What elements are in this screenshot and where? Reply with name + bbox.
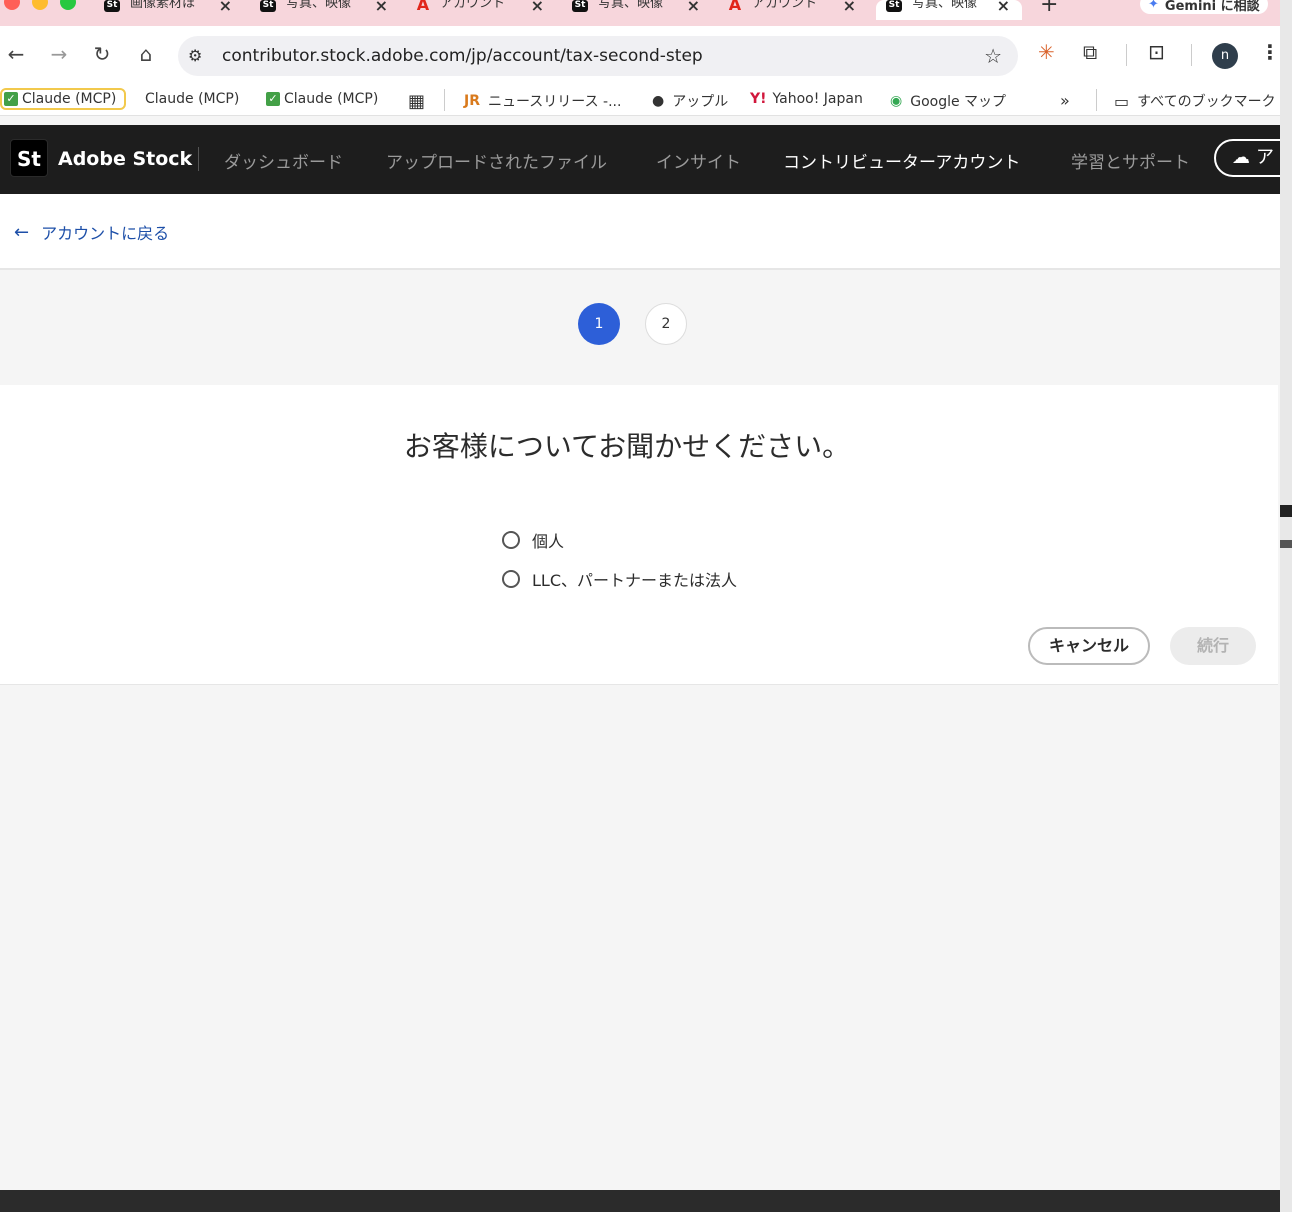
bookmarks-bar: ✓ Claude (MCP) Claude (MCP) ✓ Claude (MC…	[0, 84, 1280, 116]
close-tab-icon[interactable]: ×	[375, 0, 388, 15]
continue-button[interactable]: 続行	[1170, 627, 1256, 665]
adobe-stock-favicon-icon: St	[104, 0, 120, 12]
adobe-stock-favicon-icon: St	[886, 0, 902, 12]
more-bookmarks-icon[interactable]: »	[1060, 91, 1070, 110]
google-maps-pin-icon: ◉	[890, 93, 903, 109]
footer-bar	[0, 1190, 1280, 1212]
cloud-upload-icon: ☁	[1232, 147, 1250, 168]
step-indicator-2: 2	[645, 303, 687, 345]
nav-dashboard[interactable]: ダッシュボード	[224, 148, 343, 173]
close-tab-icon[interactable]: ×	[531, 0, 544, 15]
adobe-favicon-icon: A	[728, 0, 742, 14]
browser-window: St 画像素材ほ × St 写真、映像 × A アカウント × St 写真、映像…	[0, 0, 1280, 1212]
nav-contributor-account[interactable]: コントリビューターアカウント	[783, 148, 1020, 173]
adobe-favicon-icon: A	[416, 0, 430, 14]
upload-button[interactable]: ☁ ア	[1214, 139, 1280, 177]
minimize-window-button[interactable]	[32, 0, 48, 10]
bookmark-item[interactable]: ◉ Google マップ	[890, 91, 1006, 111]
radio-button[interactable]	[502, 570, 520, 588]
all-bookmarks-button[interactable]: ▭ すべてのブックマーク	[1114, 91, 1276, 111]
extensions-puzzle-icon[interactable]: ⧉	[1083, 40, 1097, 64]
nav-uploaded-files[interactable]: アップロードされたファイル	[386, 148, 607, 173]
yahoo-logo-icon: Y!	[750, 91, 767, 107]
tab-strip: St 画像素材ほ × St 写真、映像 × A アカウント × St 写真、映像…	[0, 0, 1280, 26]
profile-avatar[interactable]: n	[1212, 43, 1238, 69]
apple-logo-icon: ●	[652, 93, 665, 109]
back-to-account-link[interactable]: ← アカウントに戻る	[14, 220, 169, 244]
checkmark-icon: ✓	[4, 92, 18, 106]
claude-extension-icon[interactable]: ✳	[1038, 40, 1055, 64]
bookmark-item[interactable]: ✓ Claude (MCP)	[0, 88, 127, 110]
new-tab-button[interactable]: +	[1040, 0, 1058, 17]
cancel-button[interactable]: キャンセル	[1028, 627, 1150, 665]
bookmark-item[interactable]: JR ニュースリリース -...	[464, 91, 621, 111]
tab[interactable]: St 画像素材ほ ×	[104, 0, 232, 20]
browser-toolbar: ← → ↻ ⌂ ⚙ contributor.stock.adobe.com/jp…	[0, 26, 1280, 84]
close-window-button[interactable]	[4, 0, 20, 10]
brand-name[interactable]: Adobe Stock	[58, 148, 192, 170]
adobe-stock-logo[interactable]: St	[10, 139, 48, 177]
toolbar-divider	[1126, 44, 1127, 66]
maximize-window-button[interactable]	[60, 0, 76, 10]
nav-insights[interactable]: インサイト	[656, 148, 741, 173]
nav-learn-support[interactable]: 学習とサポート	[1071, 148, 1190, 173]
folder-icon: ▭	[1114, 91, 1130, 111]
forward-icon[interactable]: →	[47, 42, 71, 66]
tab[interactable]: St 写真、映像 ×	[572, 0, 700, 20]
back-icon[interactable]: ←	[4, 42, 28, 66]
checkmark-icon: ✓	[266, 92, 280, 106]
bookmark-star-icon[interactable]: ☆	[984, 44, 1002, 68]
form-question: お客様についてお聞かせください。	[403, 430, 851, 463]
radio-button[interactable]	[502, 531, 520, 549]
gemini-sparkle-icon: ✦	[1148, 0, 1159, 12]
bookmark-divider	[444, 89, 445, 111]
gemini-button[interactable]: ✦ Gemini に相談	[1140, 0, 1268, 14]
tab-active[interactable]: St 写真、映像 ×	[876, 0, 1022, 20]
menu-kebab-icon[interactable]: ⋮	[1260, 40, 1280, 64]
background-strip	[1280, 0, 1292, 1212]
tab[interactable]: A アカウント ×	[728, 0, 856, 20]
arrow-left-icon: ←	[14, 221, 30, 243]
bookmark-item[interactable]: ● アップル	[652, 91, 728, 111]
toolbar-divider	[1191, 44, 1192, 66]
close-tab-icon[interactable]: ×	[843, 0, 856, 15]
header-divider	[198, 147, 199, 171]
url-text[interactable]: contributor.stock.adobe.com/jp/account/t…	[222, 46, 703, 66]
bookmark-divider	[1096, 89, 1097, 111]
bookmark-item[interactable]: ✓ Claude (MCP)	[266, 91, 378, 107]
adobe-stock-favicon-icon: St	[260, 0, 276, 12]
radio-option-business[interactable]: LLC、パートナーまたは法人	[502, 567, 737, 591]
back-band: ← アカウントに戻る	[0, 194, 1280, 270]
radio-option-individual[interactable]: 個人	[502, 528, 564, 552]
close-tab-icon[interactable]: ×	[997, 0, 1010, 15]
site-settings-icon[interactable]: ⚙	[188, 46, 202, 65]
reload-icon[interactable]: ↻	[90, 42, 114, 66]
tab[interactable]: St 写真、映像 ×	[260, 0, 388, 20]
address-bar[interactable]: ⚙ contributor.stock.adobe.com/jp/account…	[178, 36, 1018, 76]
form-card: お客様についてお聞かせください。 個人 LLC、パートナーまたは法人 キャンセル…	[0, 385, 1278, 685]
tab[interactable]: A アカウント ×	[416, 0, 544, 20]
close-tab-icon[interactable]: ×	[687, 0, 700, 15]
step-indicator-1: 1	[578, 303, 620, 345]
tab-search-icon[interactable]: ⊡	[1148, 40, 1165, 64]
jr-logo-icon: JR	[464, 93, 480, 109]
bookmark-item[interactable]: Y! Yahoo! Japan	[750, 91, 863, 107]
home-icon[interactable]: ⌂	[134, 42, 158, 66]
bookmark-item[interactable]: Claude (MCP)	[145, 91, 239, 107]
close-tab-icon[interactable]: ×	[219, 0, 232, 15]
apps-grid-icon[interactable]: ▦	[408, 91, 425, 112]
site-header: St Adobe Stock ダッシュボード アップロードされたファイル インサ…	[0, 125, 1280, 194]
adobe-stock-favicon-icon: St	[572, 0, 588, 12]
